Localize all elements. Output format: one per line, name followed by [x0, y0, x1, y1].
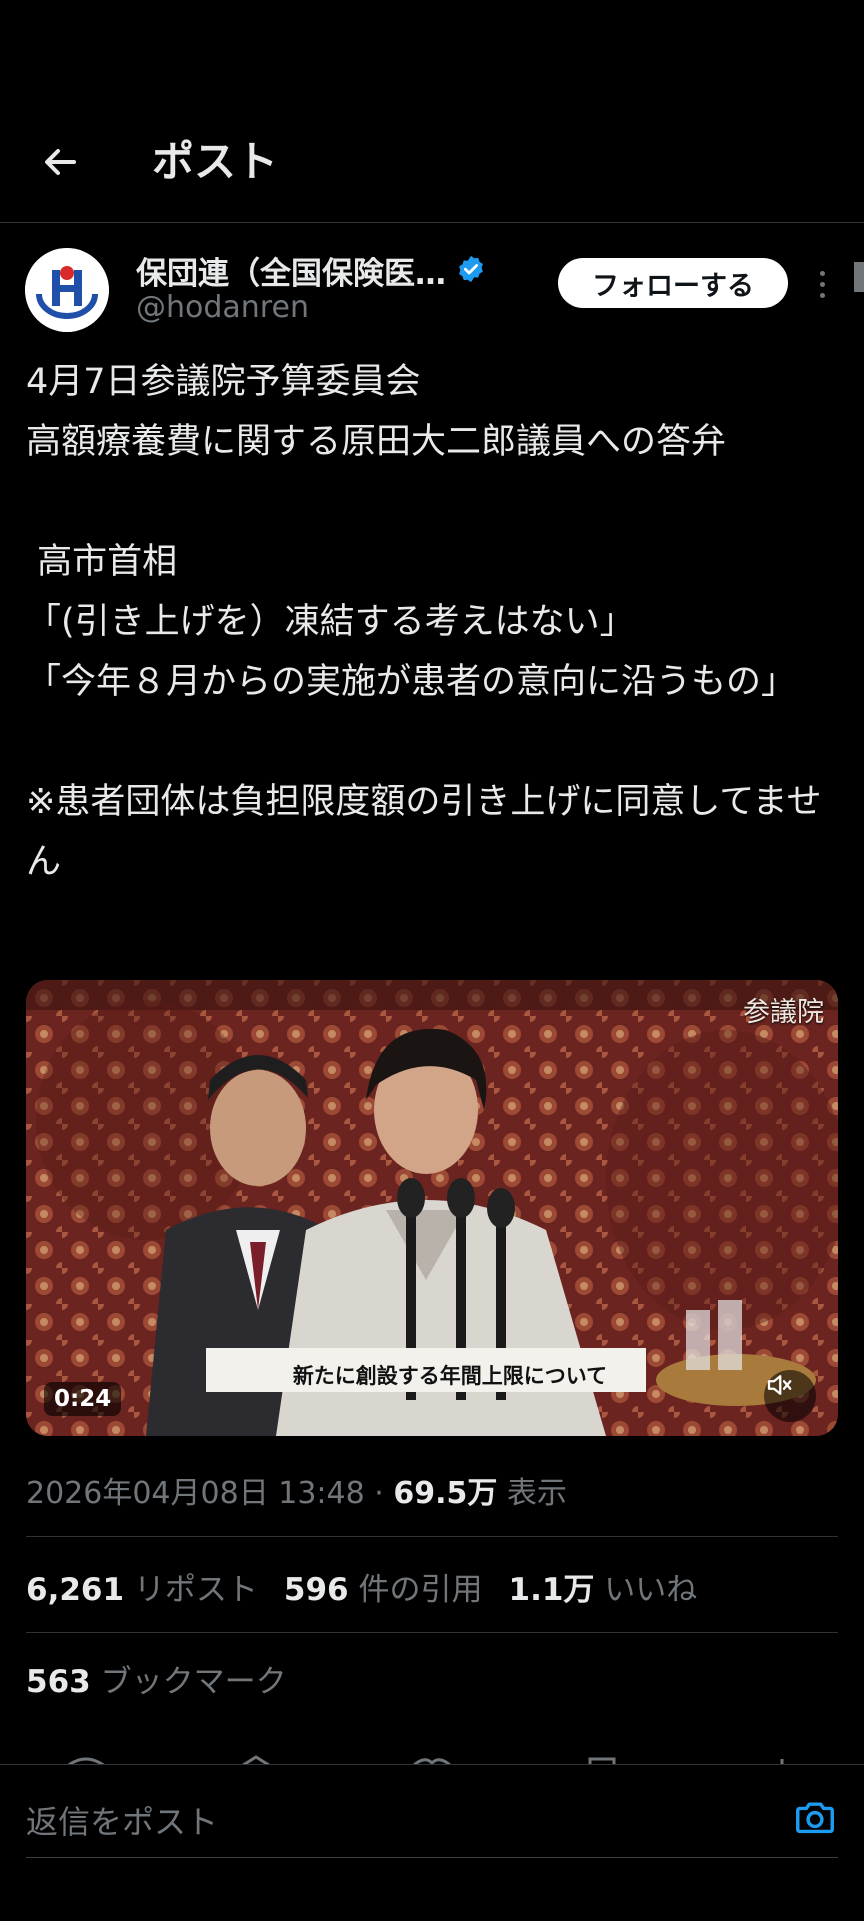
hodanren-logo-icon [25, 248, 109, 332]
video-watermark: 参議院 [743, 997, 824, 1028]
video-caption: 新たに創設する年間上限について [292, 1363, 608, 1388]
divider [26, 1632, 838, 1633]
author-name[interactable]: 保団連（全国保険医… [136, 248, 446, 293]
author-handle[interactable]: @hodanren [136, 290, 309, 325]
reposts-label: リポスト [133, 1572, 258, 1608]
bookmarks-label: ブックマーク [100, 1664, 287, 1700]
likes-count: 1.1万 [508, 1572, 595, 1608]
top-bar: ポスト [0, 0, 864, 223]
follow-button[interactable]: フォローする [558, 258, 788, 308]
back-arrow-icon[interactable] [36, 138, 84, 186]
divider [26, 1536, 838, 1537]
post-date[interactable]: 2026年04月08日 13:48 [26, 1476, 365, 1511]
meta-separator: · [374, 1476, 384, 1511]
more-options-icon[interactable] [812, 262, 832, 306]
reply-bar: 返信をポスト [0, 1764, 864, 1921]
avatar[interactable] [25, 248, 109, 332]
engagement-stats: 6,261 リポスト 596 件の引用 1.1万 いいね [26, 1564, 697, 1609]
reposts-stat[interactable]: 6,261 リポスト [26, 1572, 258, 1608]
reply-input[interactable]: 返信をポスト [26, 1797, 218, 1843]
likes-stat[interactable]: 1.1万 いいね [509, 1572, 698, 1608]
post-text: 4月7日参議院予算委員会 高額療養費に関する原田大二郎議員への答弁 高市首相 「… [26, 362, 822, 882]
action-bar [0, 1752, 864, 1769]
reposts-count: 6,261 [26, 1572, 125, 1608]
quotes-label: 件の引用 [358, 1572, 483, 1608]
quotes-stat[interactable]: 596 件の引用 [284, 1572, 483, 1608]
page-title: ポスト [152, 137, 279, 186]
video-duration: 0:24 [44, 1382, 122, 1416]
bookmarks-stat[interactable]: 563 ブックマーク [26, 1656, 287, 1701]
likes-label: いいね [604, 1572, 698, 1608]
video-player[interactable]: 参議院 新たに創設する年間上限について 0:24 [26, 980, 838, 1436]
post-timestamp: 2026年04月08日 13:48 · 69.5万 表示 [26, 1468, 567, 1512]
muted-speaker-icon[interactable] [764, 1370, 816, 1422]
views-count: 69.5万 [393, 1476, 498, 1511]
author-name-row[interactable]: 保団連（全国保険医… [136, 248, 486, 293]
views-label: 表示 [506, 1476, 567, 1511]
quotes-count: 596 [283, 1572, 349, 1608]
camera-icon[interactable] [792, 1795, 838, 1841]
scroll-indicator [854, 262, 864, 292]
reply-underline [26, 1857, 838, 1858]
verified-badge-icon [456, 254, 486, 288]
bookmarks-count: 563 [26, 1664, 91, 1700]
